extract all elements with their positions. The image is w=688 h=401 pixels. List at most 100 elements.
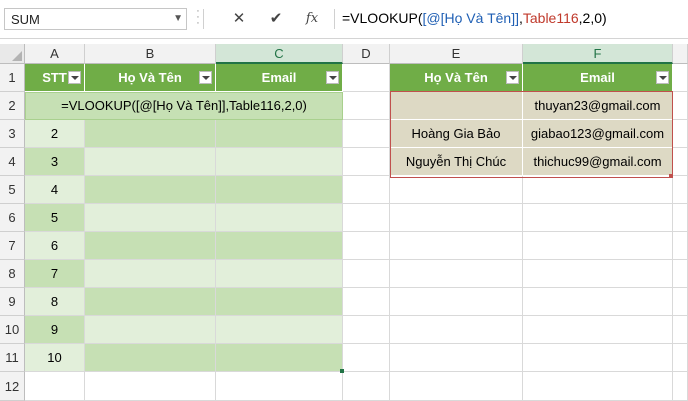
email-cell[interactable] [216,288,343,316]
row-header[interactable]: 11 [0,344,25,372]
stt-cell[interactable]: 10 [25,344,85,372]
empty-cell[interactable] [390,372,523,401]
empty-cell[interactable] [673,344,688,372]
email-cell[interactable] [216,344,343,372]
row-header[interactable]: 7 [0,232,25,260]
name-cell[interactable] [85,344,216,372]
empty-cell[interactable] [523,232,673,260]
table-resize-handle[interactable] [340,369,344,373]
empty-cell[interactable] [673,232,688,260]
filter-dropdown-icon[interactable] [656,71,669,84]
empty-cell[interactable] [523,288,673,316]
empty-cell[interactable] [523,176,673,204]
lookup-header-name[interactable]: Họ Và Tên [390,64,523,92]
empty-cell[interactable] [343,232,390,260]
cancel-icon[interactable]: ✕ [226,9,252,29]
name-box-dropdown-icon[interactable]: ▼ [173,10,183,28]
name-cell[interactable] [85,316,216,344]
empty-cell[interactable] [343,260,390,288]
row-header[interactable]: 5 [0,176,25,204]
empty-cell[interactable] [343,120,390,148]
table-header-stt[interactable]: STT [25,64,85,92]
empty-cell[interactable] [523,316,673,344]
row-header[interactable]: 6 [0,204,25,232]
cell-edit-formula[interactable]: =VLOOKUP([@[Họ Và Tên]],Table116,2,0) [25,92,343,120]
empty-cell[interactable] [85,372,216,401]
email-cell[interactable] [216,204,343,232]
empty-cell[interactable] [343,64,390,92]
stt-cell[interactable]: 7 [25,260,85,288]
row-header[interactable]: 1 [0,64,25,92]
empty-cell[interactable] [673,176,688,204]
column-header-f[interactable]: F [523,44,673,64]
select-all-corner[interactable] [0,44,25,64]
email-cell[interactable] [216,120,343,148]
empty-cell[interactable] [343,92,390,120]
empty-cell[interactable] [523,204,673,232]
empty-cell[interactable] [523,344,673,372]
empty-cell[interactable] [390,176,523,204]
column-header-a[interactable]: A [25,44,85,64]
empty-cell[interactable] [673,288,688,316]
name-cell[interactable] [85,148,216,176]
empty-cell[interactable] [673,372,688,401]
empty-cell[interactable] [25,372,85,401]
stt-cell[interactable]: 8 [25,288,85,316]
formula-input[interactable]: =VLOOKUP([@[Họ Và Tên]],Table116,2,0) [342,10,607,26]
lookup-cell-name[interactable]: Hoàng Gia Bảo [390,120,523,148]
filter-dropdown-icon[interactable] [199,71,212,84]
insert-function-icon[interactable]: fx [299,9,325,29]
empty-cell[interactable] [673,64,688,92]
row-header[interactable]: 4 [0,148,25,176]
empty-cell[interactable] [523,372,673,401]
column-header-g[interactable] [673,44,688,64]
name-cell[interactable] [85,176,216,204]
stt-cell[interactable]: 2 [25,120,85,148]
row-header[interactable]: 10 [0,316,25,344]
stt-cell[interactable]: 5 [25,204,85,232]
lookup-cell-name[interactable] [390,92,523,120]
empty-cell[interactable] [390,344,523,372]
email-cell[interactable] [216,176,343,204]
empty-cell[interactable] [523,260,673,288]
column-header-c[interactable]: C [216,44,343,64]
empty-cell[interactable] [390,288,523,316]
lookup-header-email[interactable]: Email [523,64,673,92]
empty-cell[interactable] [390,260,523,288]
row-header[interactable]: 3 [0,120,25,148]
empty-cell[interactable] [390,204,523,232]
enter-icon[interactable]: ✔ [263,9,289,29]
filter-dropdown-icon[interactable] [506,71,519,84]
row-header[interactable]: 9 [0,288,25,316]
email-cell[interactable] [216,232,343,260]
lookup-cell-name[interactable]: Nguyễn Thị Chúc [390,148,523,176]
email-cell[interactable] [216,316,343,344]
name-cell[interactable] [85,204,216,232]
stt-cell[interactable]: 9 [25,316,85,344]
name-cell[interactable] [85,120,216,148]
table-header-name[interactable]: Họ Và Tên [85,64,216,92]
row-header[interactable]: 8 [0,260,25,288]
empty-cell[interactable] [343,204,390,232]
stt-cell[interactable]: 3 [25,148,85,176]
empty-cell[interactable] [390,232,523,260]
filter-dropdown-icon[interactable] [68,71,81,84]
name-cell[interactable] [85,260,216,288]
empty-cell[interactable] [673,148,688,176]
table-resize-handle[interactable] [669,174,673,178]
email-cell[interactable] [216,148,343,176]
empty-cell[interactable] [343,344,390,372]
empty-cell[interactable] [390,316,523,344]
empty-cell[interactable] [673,120,688,148]
email-cell[interactable] [216,260,343,288]
empty-cell[interactable] [343,288,390,316]
row-header[interactable]: 2 [0,92,25,120]
empty-cell[interactable] [673,92,688,120]
name-cell[interactable] [85,288,216,316]
empty-cell[interactable] [343,316,390,344]
formula-bar-grip-icon[interactable]: · · · [195,6,201,30]
empty-cell[interactable] [343,372,390,401]
empty-cell[interactable] [673,204,688,232]
lookup-cell-email[interactable]: thuyan23@gmail.com [523,92,673,120]
row-header[interactable]: 12 [0,372,25,401]
